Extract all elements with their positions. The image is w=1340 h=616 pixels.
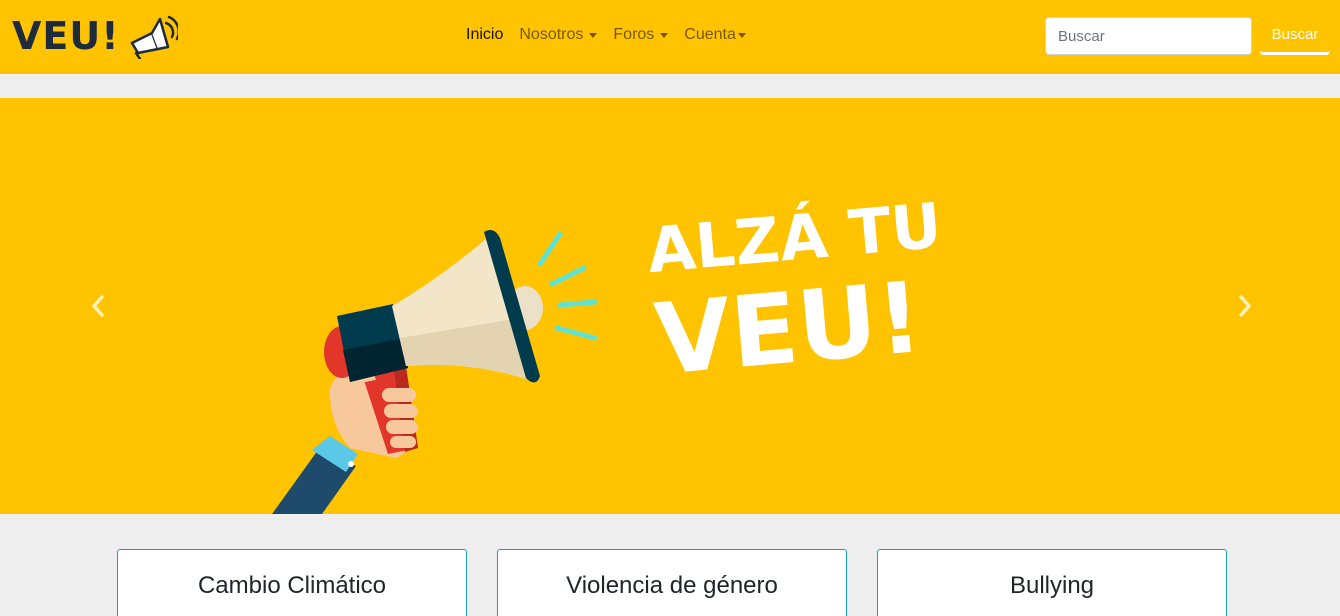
card-title: Bullying <box>1009 572 1095 599</box>
caret-down-icon <box>737 32 746 38</box>
search-button[interactable]: Buscar <box>1260 17 1330 55</box>
logo-text: VEU! <box>12 14 120 58</box>
brand-logo[interactable]: VEU! <box>12 10 178 62</box>
nav-item-cuenta[interactable]: Cuenta <box>684 26 746 44</box>
nav-item-label: Foros <box>613 26 655 43</box>
topic-card-cambio-climatico[interactable]: Cambio Climático <box>117 549 467 616</box>
card-title: Cambio Climático <box>197 572 387 599</box>
nav-item-label: Cuenta <box>684 26 736 43</box>
nav-item-label: Inicio <box>466 26 504 43</box>
caret-down-icon <box>589 32 598 38</box>
navbar: VEU! Inicio Nosotros Foros Cuenta Buscar <box>0 0 1340 74</box>
megaphone-icon <box>130 15 178 59</box>
card-title: Violencia de género <box>566 572 778 599</box>
caret-down-icon <box>660 32 669 38</box>
nav-item-foros[interactable]: Foros <box>613 26 669 44</box>
chevron-left-icon <box>92 295 104 317</box>
hero-carousel: ALZÁ TU VEU! <box>0 98 1340 514</box>
topic-card-violencia-de-genero[interactable]: Violencia de género <box>497 549 847 616</box>
megaphone-illustration: ALZÁ TU VEU! <box>272 189 944 514</box>
nav-item-label: Nosotros <box>519 26 584 43</box>
carousel-next-button[interactable] <box>1230 291 1260 321</box>
chevron-right-icon <box>1239 295 1251 317</box>
nav-item-inicio[interactable]: Inicio <box>466 26 503 44</box>
nav-item-nosotros[interactable]: Nosotros <box>519 26 598 44</box>
topic-card-bullying[interactable]: Bullying <box>877 549 1227 616</box>
search-input[interactable] <box>1045 17 1252 55</box>
main-nav: Inicio Nosotros Foros Cuenta <box>466 26 762 44</box>
carousel-prev-button[interactable] <box>83 291 113 321</box>
slide-text-line2: VEU! <box>651 261 927 398</box>
